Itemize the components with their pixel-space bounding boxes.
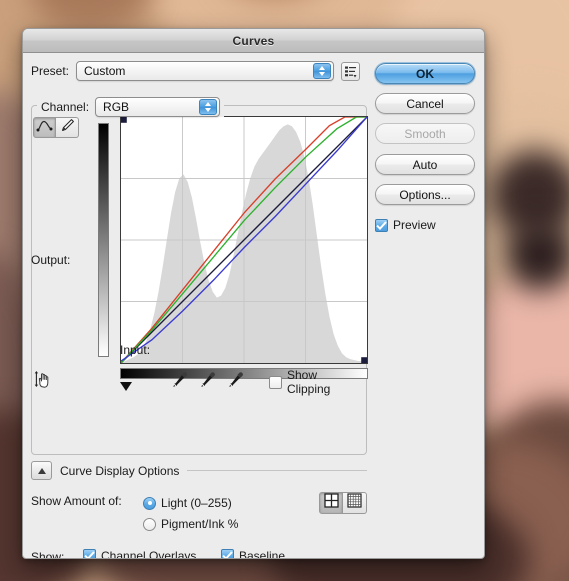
checkbox-baseline[interactable] [221, 549, 234, 558]
show-clipping-row[interactable]: Show Clipping [269, 368, 349, 396]
disclosure-triangle-up-icon[interactable] [31, 461, 52, 480]
show-clipping-label: Show Clipping [287, 368, 331, 396]
curve-display-options-section: Curve Display Options Show Amount of: Li… [31, 461, 367, 559]
auto-button[interactable]: Auto [375, 154, 475, 175]
eyedropper-black-point-icon [172, 371, 188, 393]
channel-row: Channel: RGB [37, 97, 225, 117]
radio-light-row[interactable]: Light (0–255) [143, 496, 232, 510]
on-image-adjustment-button[interactable] [33, 370, 55, 394]
grid-quarter-tones-button[interactable] [319, 492, 343, 514]
preset-dropdown[interactable]: Custom [76, 61, 335, 81]
channel-value: RGB [103, 100, 130, 114]
preview-checkbox[interactable] [375, 218, 388, 232]
radio-pigment-ink-label: Pigment/Ink % [161, 517, 239, 531]
output-label: Output: [31, 253, 71, 267]
checkbox-baseline-label: Baseline [239, 548, 286, 559]
checkbox-channel-overlays-label: Channel Overlays [101, 548, 197, 559]
dialog-body: Preset: Custom Channel: RGB Output: Inpu… [23, 53, 484, 558]
channel-label: Channel: [41, 100, 90, 114]
input-label: Input: [120, 343, 151, 357]
cancel-button[interactable]: Cancel [375, 93, 475, 114]
options-button[interactable]: Options... [375, 184, 475, 205]
preview-row[interactable]: Preview [375, 218, 436, 232]
preset-value: Custom [84, 64, 126, 78]
curve-display-options-header[interactable]: Curve Display Options [31, 461, 367, 480]
show-amount-of-label: Show Amount of: [31, 494, 122, 508]
checkbox-baseline-row[interactable]: Baseline [221, 548, 286, 559]
show-clipping-checkbox[interactable] [269, 375, 282, 389]
show-label: Show: [31, 549, 65, 559]
grid-size-button-group [319, 492, 367, 514]
pencil-tool-icon [60, 118, 75, 138]
eyedropper-white-point-icon [228, 371, 244, 393]
checkbox-channel-overlays[interactable] [83, 549, 96, 558]
preset-label: Preset: [31, 64, 70, 78]
preset-row: Preset: Custom [31, 61, 367, 81]
radio-pigment-ink[interactable] [143, 517, 157, 531]
channel-stepper-arrows[interactable] [199, 99, 218, 115]
on-image-adjustment-hand-icon [33, 370, 55, 395]
curves-dialog: Curves Preset: Custom Channel: RGB Outpu… [22, 28, 485, 559]
curve-grid[interactable] [120, 116, 368, 364]
output-gradient-strip [98, 123, 109, 357]
eyedropper-gray-point-icon [200, 371, 216, 393]
grid-quarter-tones-icon [323, 493, 339, 513]
show-amount-radio-group: Light (0–255) Pigment/Ink % [143, 492, 319, 536]
graph-tools-row: Show Clipping [33, 368, 349, 396]
eyedropper-black-point-button[interactable] [171, 372, 189, 392]
curve-tool-group [33, 117, 79, 138]
radio-light-label: Light (0–255) [161, 496, 232, 510]
radio-light[interactable] [143, 496, 157, 510]
grid-tenths-button[interactable] [343, 492, 367, 514]
grid-tenths-icon [347, 493, 362, 513]
curve-display-options-title: Curve Display Options [60, 463, 180, 478]
eyedropper-gray-point-button[interactable] [199, 372, 217, 392]
right-button-column: OK Cancel Smooth Auto Options... Preview [375, 63, 477, 235]
curve-canvas[interactable] [121, 117, 367, 363]
show-checkbox-grid: Channel Overlays Baseline [83, 548, 367, 559]
eyedropper-group [171, 372, 245, 392]
preset-menu-icon[interactable] [341, 61, 361, 81]
preview-label: Preview [393, 218, 436, 232]
smooth-button: Smooth [375, 123, 475, 144]
section-divider [187, 470, 367, 471]
dialog-titlebar[interactable]: Curves [23, 29, 484, 53]
checkbox-channel-overlays-row[interactable]: Channel Overlays [83, 548, 221, 559]
eyedropper-white-point-button[interactable] [227, 372, 245, 392]
curve-point-tool-icon [36, 119, 53, 137]
pencil-tool-button[interactable] [56, 117, 79, 138]
channel-dropdown[interactable]: RGB [95, 97, 221, 117]
preset-stepper-arrows[interactable] [313, 63, 332, 79]
ok-button[interactable]: OK [375, 63, 475, 84]
curve-point-tool-button[interactable] [33, 117, 56, 138]
dialog-title: Curves [232, 33, 275, 48]
radio-pigment-row[interactable]: Pigment/Ink % [143, 517, 238, 531]
left-column: Preset: Custom [31, 61, 367, 81]
